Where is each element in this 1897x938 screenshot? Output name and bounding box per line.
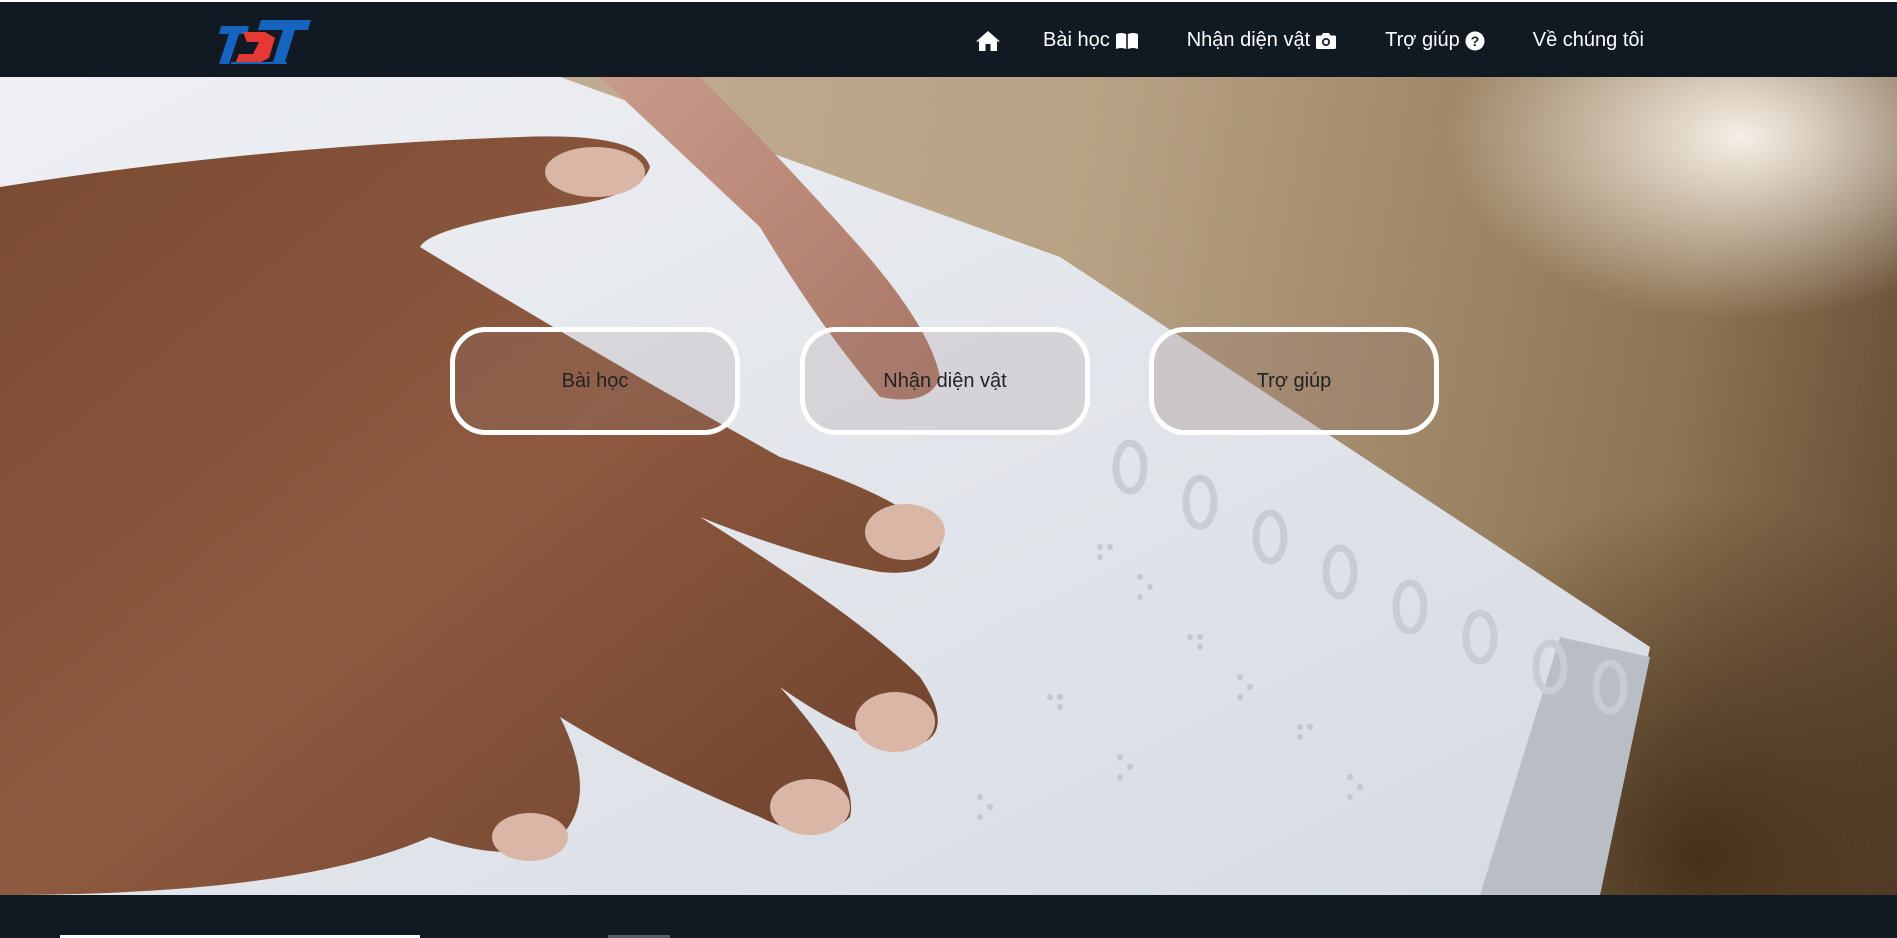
nav-object-recognition-label: Nhận diện vật xyxy=(1186,29,1311,51)
footer xyxy=(0,895,1897,938)
tdt-logo[interactable] xyxy=(213,14,313,70)
hero-banner: Bài học Nhận diện vật Trợ giúp xyxy=(0,77,1897,895)
hero-lessons-button[interactable]: Bài học xyxy=(450,327,740,435)
nav-help-label: Trợ giúp xyxy=(1385,29,1460,51)
top-navbar: Bài học Nhận diện vật Trợ giúp ? Về chún… xyxy=(0,0,1897,77)
hero-help-label: Trợ giúp xyxy=(1256,369,1332,392)
nav-object-recognition[interactable]: Nhận diện vật xyxy=(1187,29,1337,52)
nav-about-us[interactable]: Về chúng tôi xyxy=(1533,29,1644,52)
hero-object-recognition-button[interactable]: Nhận diện vật xyxy=(800,327,1090,435)
hero-object-recognition-label: Nhận diện vật xyxy=(883,369,1007,392)
nav-lessons-label: Bài học xyxy=(1043,29,1110,51)
hero-help-button[interactable]: Trợ giúp xyxy=(1149,327,1439,435)
tdt-logo-mark xyxy=(219,20,311,64)
hero-lessons-label: Bài học xyxy=(561,369,629,392)
hero-background-image xyxy=(0,77,1650,895)
svg-text:?: ? xyxy=(1470,33,1479,49)
book-icon xyxy=(1115,32,1139,50)
nav-about-us-label: Về chúng tôi xyxy=(1532,29,1644,51)
nav-help[interactable]: Trợ giúp ? xyxy=(1385,29,1485,52)
question-circle-icon: ? xyxy=(1465,31,1485,51)
home-icon xyxy=(975,30,1001,52)
main-nav: Bài học Nhận diện vật Trợ giúp ? Về chún… xyxy=(970,2,1692,79)
nav-lessons[interactable]: Bài học xyxy=(1043,29,1139,52)
camera-icon xyxy=(1315,32,1337,50)
nav-home[interactable] xyxy=(970,30,1001,52)
